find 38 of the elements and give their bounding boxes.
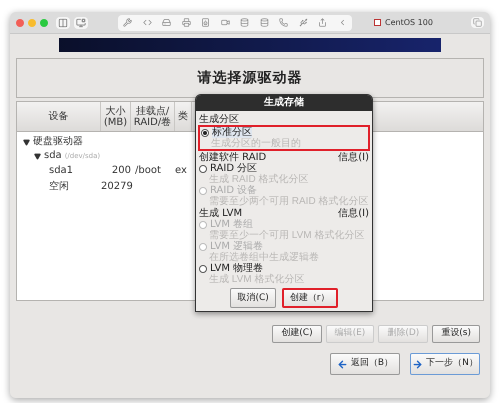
option-label[interactable]: 标准分区 [212, 127, 252, 138]
close-icon[interactable] [16, 18, 24, 26]
dialog-button[interactable]: 创建（r） [282, 288, 338, 308]
info-link[interactable]: 信息(I) [338, 208, 369, 219]
info-link[interactable]: 信息(I) [338, 152, 369, 163]
back-button[interactable]: 返回（B） [330, 353, 400, 375]
option-label[interactable]: RAID 分区 [210, 163, 258, 174]
section-heading: 生成 LVM [199, 208, 242, 219]
column-header[interactable]: 类 [175, 102, 192, 131]
radio-button[interactable] [199, 264, 207, 272]
pause-icon[interactable] [56, 16, 70, 28]
radio-button[interactable] [199, 164, 207, 172]
tree-item[interactable]: 空闲 [17, 180, 101, 194]
column-header[interactable]: 设备 [17, 102, 101, 131]
type-cell-text: ex [175, 164, 188, 178]
size-cell-text: 200 [110, 164, 131, 178]
window-title: CentOS 100 [385, 16, 433, 28]
tree-item[interactable]: sda [44, 149, 62, 163]
snapshot-icon[interactable] [74, 16, 88, 28]
action-button[interactable]: 重设(s) [432, 325, 480, 343]
tree-item[interactable]: 硬盘驱动器 [33, 135, 83, 149]
tree-item[interactable]: sda1 [17, 164, 101, 178]
page-heading: 请选择源驱动器 [198, 68, 302, 88]
option-label[interactable]: LVM 物理卷 [210, 263, 264, 274]
copy-icon[interactable] [471, 17, 484, 28]
dialog-title: 生成存储 [196, 95, 372, 111]
dialog-button[interactable]: 取消(C) [230, 288, 276, 308]
next-button[interactable]: 下一步（N） [410, 353, 480, 375]
radio-button[interactable] [201, 128, 209, 136]
action-button[interactable]: 创建(C) [272, 325, 322, 343]
section-heading: 生成分区 [199, 114, 239, 125]
size-cell: 20279 [101, 180, 131, 194]
mount-cell-text: /boot [134, 164, 162, 178]
back-arrow-icon [336, 358, 348, 370]
column-header[interactable]: 大小 (MB) [101, 102, 131, 131]
next-arrow-icon [412, 358, 424, 370]
column-header[interactable]: 挂载点/ RAID/卷 [131, 102, 175, 131]
section-heading: 创建软件 RAID [199, 152, 266, 163]
